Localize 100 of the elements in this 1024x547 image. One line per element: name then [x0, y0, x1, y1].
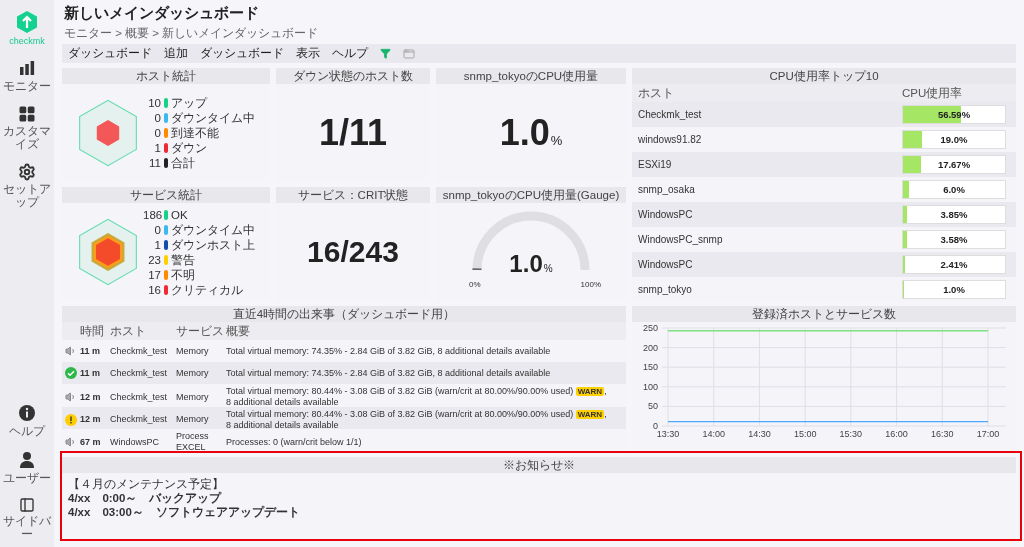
- table-cell-text: WindowsPC_snmp: [638, 234, 724, 245]
- axis-label: 14:00: [702, 429, 725, 439]
- event-summary: Total virtual memory: 80.44% - 3.08 GiB of 3.82 GiB (warn/crit at 80.00%/90.00% used): [226, 408, 574, 419]
- stat-count: 0: [153, 111, 161, 125]
- stat-count: 1: [153, 141, 161, 155]
- hexagon-drawing: [77, 217, 139, 287]
- usage-value: 2.41%: [939, 258, 969, 272]
- menu-item[interactable]: 表示: [296, 45, 320, 62]
- table-cell-text: Memory: [176, 345, 210, 357]
- event-summary: Total virtual memory: 74.35% - 2.84 GiB of 3.82 GiB, 8 additional details available: [226, 367, 551, 378]
- column-header: ホスト: [638, 85, 675, 101]
- table-cell-text: 12 m: [80, 414, 102, 426]
- stat-label: 到達不能: [171, 126, 219, 140]
- usage-value: 3.58%: [939, 233, 969, 247]
- table-cell-text: Memory: [176, 391, 210, 403]
- axis-label: 100: [642, 381, 658, 392]
- table-cell-text: Checkmk_test: [110, 367, 169, 379]
- axis-label: 150: [642, 362, 658, 373]
- big-number: 16/243: [307, 235, 399, 269]
- stat-count: 1: [153, 237, 161, 252]
- axis-label: 50: [648, 401, 658, 412]
- speaker-icon: [65, 345, 77, 357]
- stat-label: 合計: [171, 156, 195, 170]
- usage-value: 6.0%: [942, 183, 966, 197]
- stat-label: クリティカル: [171, 282, 243, 297]
- sidebar-item[interactable]: ユーザー: [0, 472, 54, 485]
- table-cell-text: Memory: [176, 414, 210, 426]
- axis-label: 0: [653, 421, 658, 431]
- sidebar-item[interactable]: ヘルプ: [0, 425, 54, 438]
- table-cell-text: Checkmk_test: [638, 109, 703, 120]
- stat-count: 17: [147, 267, 161, 282]
- axis-label: 200: [642, 342, 658, 353]
- axis-label: 15:00: [793, 429, 817, 439]
- event-summary: Total virtual memory: 74.35% - 2.84 GiB of 3.82 GiB, 8 additional details available: [226, 345, 551, 356]
- filter-icon[interactable]: [380, 48, 391, 59]
- status-badge: WARN: [575, 387, 605, 396]
- stat-label: ダウンホスト上: [171, 237, 255, 252]
- axis-label: 16:00: [885, 429, 908, 439]
- table-cell-text: Memory: [176, 367, 210, 379]
- usage-value: 17.67%: [936, 158, 972, 172]
- usage-value: 1.0%: [942, 283, 966, 297]
- stat-count: 23: [147, 252, 161, 267]
- unit-label: %: [543, 263, 553, 274]
- gauge-max-label: 100%: [580, 280, 601, 289]
- breadcrumb: モニター > 概要 > 新しいメインダッシュボード: [64, 26, 320, 41]
- punctuation: ,: [604, 408, 607, 419]
- logo-icon: [16, 10, 38, 34]
- sidebar-item[interactable]: カスタマイズ: [0, 125, 54, 151]
- window-icon[interactable]: [403, 47, 415, 60]
- axis-label: 14:30: [748, 429, 771, 439]
- sidebar-item[interactable]: サイドバー: [0, 515, 54, 541]
- axis-label: 16:30: [931, 429, 954, 439]
- event-summary: 8 additional details available: [226, 419, 340, 431]
- stat-label: ダウンタイム中: [171, 111, 255, 125]
- hexagon-drawing: [77, 98, 139, 168]
- user-icon: [17, 450, 37, 470]
- page-title: 新しいメインダッシュボード: [63, 4, 260, 23]
- stat-label: OK: [171, 207, 188, 222]
- stat-label: ダウンタイム中: [171, 222, 255, 237]
- notice-line: 【４月のメンテナンス予定】: [68, 477, 225, 491]
- stat-count: 10: [147, 96, 161, 110]
- event-summary: Processes: 0 (warn/crit below 1/1): [226, 436, 362, 447]
- menu-item[interactable]: ダッシュボード: [68, 45, 152, 62]
- menu-item[interactable]: 追加: [164, 45, 188, 62]
- sidebar-item[interactable]: モニター: [0, 80, 54, 93]
- table-cell-text: 11 m: [80, 367, 102, 379]
- sidebar-item[interactable]: セットアップ: [0, 183, 54, 209]
- big-number: 1/11: [318, 112, 388, 154]
- gauge-value: 1.0: [509, 250, 543, 277]
- menu-item[interactable]: ダッシュボード: [200, 45, 284, 62]
- unit-label: %: [550, 133, 563, 148]
- panel-title: 直近4時間の出来事（ダッシュボード用）: [62, 306, 626, 322]
- usage-value: 19.0%: [939, 133, 969, 147]
- table-cell-text: Process EXCEL: [176, 431, 210, 454]
- punctuation: ,: [604, 386, 607, 396]
- stat-label: ダウン: [171, 141, 207, 155]
- usage-value: 3.85%: [939, 208, 969, 222]
- stat-label: アップ: [171, 96, 207, 110]
- stat-count: 11: [148, 156, 161, 170]
- table-cell-text: windows91.82: [638, 134, 703, 145]
- axis-label: 17:00: [976, 429, 1000, 439]
- speaker-icon: [65, 391, 77, 403]
- table-cell-text: Checkmk_test: [110, 391, 169, 403]
- panel-title: サービス統計: [62, 187, 270, 203]
- menu-item[interactable]: ヘルプ: [332, 45, 368, 62]
- table-cell-text: snmp_osaka: [638, 184, 696, 195]
- panel-title: ホスト統計: [62, 68, 270, 84]
- panel-title: 登録済ホストとサービス数: [632, 306, 1016, 322]
- stat-label: 警告: [171, 252, 195, 267]
- panel-title: snmp_tokyoのCPU使用量: [436, 68, 626, 84]
- speaker-icon: [65, 436, 77, 449]
- panel-title: ※お知らせ※: [62, 457, 1016, 473]
- status-badge: WARN: [575, 409, 605, 419]
- stat-label: 不明: [171, 267, 195, 282]
- stat-count: 186: [143, 207, 161, 222]
- table-cell-text: 67 m: [80, 436, 102, 448]
- column-header: ホスト: [110, 325, 147, 337]
- notice-line: 4/xx 0:00～ バックアップ: [68, 491, 223, 505]
- axis-label: 13:30: [656, 429, 680, 439]
- gauge-min-label: 0%: [469, 280, 481, 289]
